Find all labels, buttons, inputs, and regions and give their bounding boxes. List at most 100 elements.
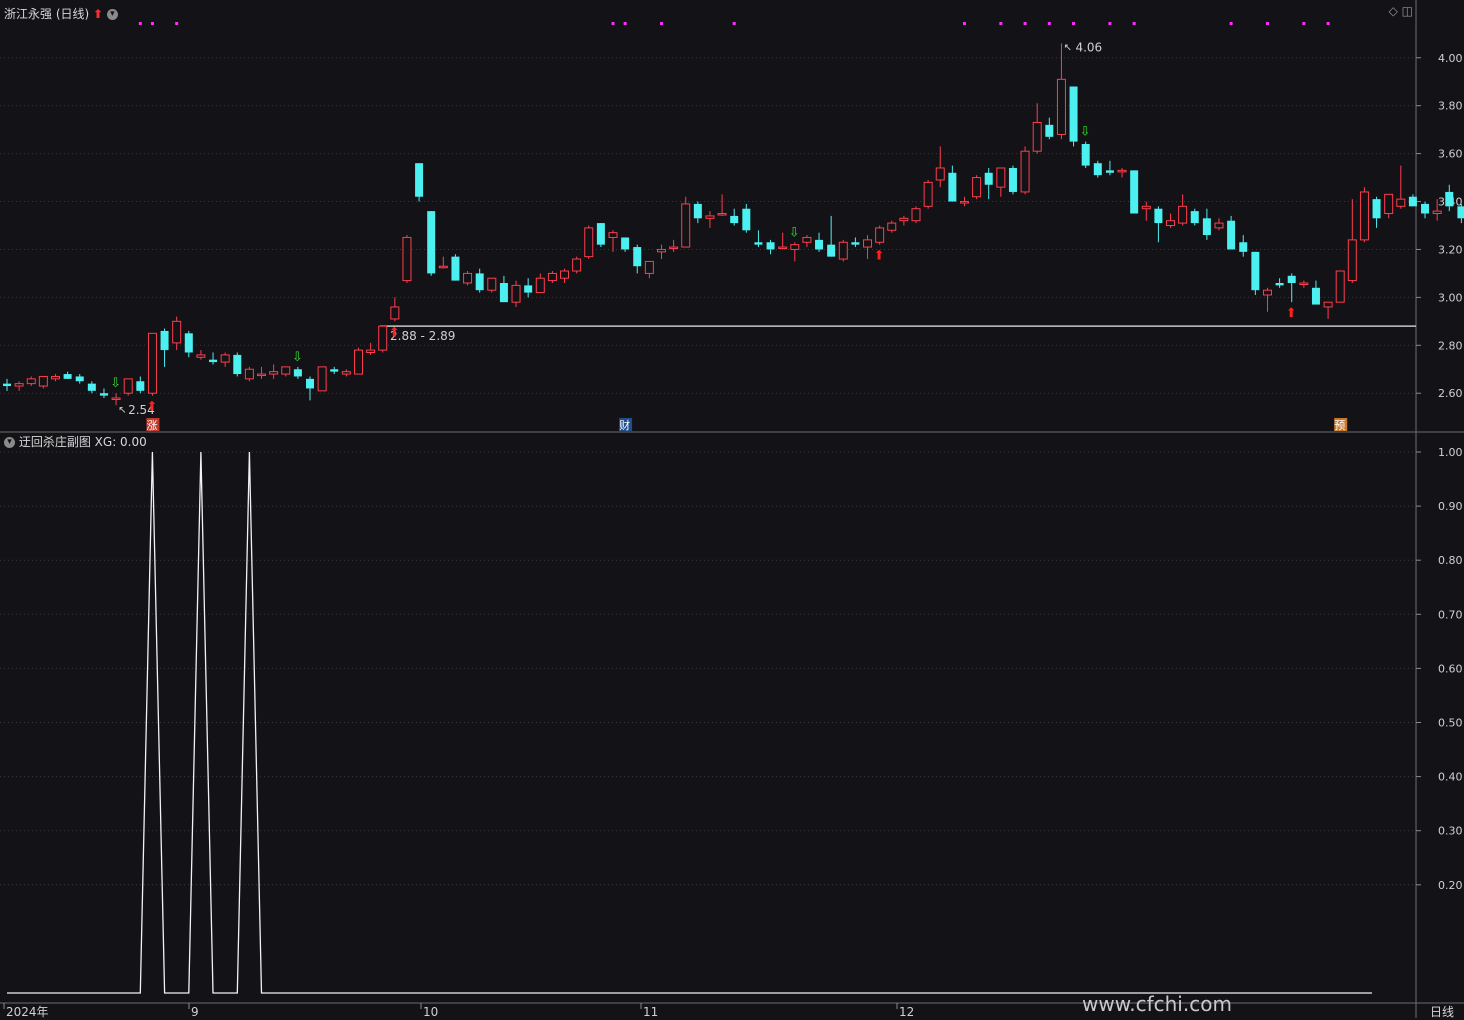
candle-body-up xyxy=(281,366,291,375)
candle-body-down xyxy=(1105,170,1114,173)
candle-body-down xyxy=(1239,242,1248,252)
y-tick-label: 0.40 xyxy=(1438,771,1463,784)
candle-body-up xyxy=(778,246,788,250)
candle-body-down xyxy=(1008,167,1017,192)
candle-body-down xyxy=(184,333,193,353)
candle-body-up xyxy=(681,203,691,248)
candle-body-down xyxy=(1275,283,1284,286)
event-badge-text: 财 xyxy=(619,418,630,432)
candle-body-up xyxy=(959,201,969,204)
candle-body-up xyxy=(923,181,933,207)
candle-body-down xyxy=(693,203,702,219)
top-marker xyxy=(611,22,615,25)
y-tick-label: 3.00 xyxy=(1438,291,1463,304)
y-tick-label: 0.80 xyxy=(1438,554,1463,567)
candle-body-up xyxy=(608,232,618,238)
period-label[interactable]: 日线 xyxy=(1430,1003,1454,1020)
candle-body-down xyxy=(1093,163,1102,176)
down-arrow-signal-icon: ⇩ xyxy=(292,350,303,365)
candle-body-down xyxy=(1408,196,1417,207)
candle-body-up xyxy=(547,272,557,282)
top-marker xyxy=(175,22,179,25)
stock-title[interactable]: 浙江永强 (日线) xyxy=(4,7,89,21)
x-tick-label: 12 xyxy=(899,1005,914,1018)
diamond-icon[interactable]: ◇ xyxy=(1389,4,1398,18)
stock-chart[interactable]: 4.003.803.603.403.203.002.802.602.88 - 2… xyxy=(0,0,1464,1018)
candle-body-down xyxy=(1372,199,1381,219)
sub-panel-title[interactable]: 迂回杀庄副图 xyxy=(19,435,91,449)
top-marker xyxy=(1229,22,1233,25)
top-marker xyxy=(1302,22,1306,25)
candle-body-up xyxy=(572,258,582,272)
candle-body-down xyxy=(63,374,72,379)
candle-body-up xyxy=(535,277,545,294)
candle-body-up xyxy=(1214,222,1224,229)
top-marker xyxy=(1132,22,1136,25)
down-arrow-signal-icon: ⇩ xyxy=(110,376,121,391)
candle-body-down xyxy=(1251,251,1260,291)
candle-body-up xyxy=(1178,205,1188,224)
y-tick-label: 0.70 xyxy=(1438,608,1463,621)
candle-body-up xyxy=(341,371,351,375)
candle-body-down xyxy=(1457,206,1464,219)
candle-body-down xyxy=(1311,287,1320,305)
candle-body-down xyxy=(233,354,242,375)
y-tick-label: 0.60 xyxy=(1438,662,1463,675)
event-badge-text: 预 xyxy=(1334,419,1345,432)
candle-body-down xyxy=(475,273,484,291)
candle-body-down xyxy=(1421,203,1430,214)
y-tick-label: 2.60 xyxy=(1438,387,1463,400)
layout-icon[interactable]: ◫ xyxy=(1402,4,1413,18)
candle-body-up xyxy=(1262,289,1272,296)
candle-body-down xyxy=(1081,144,1090,166)
candle-body-up xyxy=(378,325,388,351)
top-marker xyxy=(1072,22,1076,25)
chevron-down-icon[interactable]: ▾ xyxy=(4,437,15,448)
up-arrow-icon: ⬆ xyxy=(93,7,104,21)
candle-body-up xyxy=(802,236,812,243)
candle-body-up xyxy=(1056,78,1066,135)
candle-body-up xyxy=(511,284,521,303)
candle-body-up xyxy=(244,368,254,380)
candle-body-up xyxy=(717,213,727,216)
candle-body-down xyxy=(427,211,436,274)
top-marker xyxy=(1326,22,1330,25)
candle-body-down xyxy=(1190,211,1199,224)
up-arrow-signal-icon: ⬆ xyxy=(146,400,157,415)
candle-body-up xyxy=(1117,169,1127,173)
candle-body-up xyxy=(1166,220,1176,226)
candle-body-down xyxy=(209,359,218,363)
candle-body-down xyxy=(1202,218,1211,236)
candle-body-down xyxy=(499,283,508,303)
y-tick-label: 3.20 xyxy=(1438,243,1463,256)
candle-body-down xyxy=(1227,220,1236,250)
candle-body-up xyxy=(269,371,279,375)
panel-tools: ◇ ◫ xyxy=(1389,4,1413,18)
candle-body-up xyxy=(353,349,363,375)
candle-body-down xyxy=(99,393,108,396)
candle-body-down xyxy=(1130,170,1139,214)
y-tick-label: 3.80 xyxy=(1438,100,1463,113)
candle-body-up xyxy=(705,215,715,219)
candle-body-down xyxy=(1069,86,1078,142)
candle-body-down xyxy=(1287,275,1296,283)
candle-body-down xyxy=(948,172,957,202)
candle-body-up xyxy=(14,383,24,387)
top-marker xyxy=(732,22,736,25)
high-label: 4.06 xyxy=(1075,40,1102,54)
candle-body-down xyxy=(75,376,84,382)
candle-body-up xyxy=(1347,239,1357,282)
candle-body-up xyxy=(196,354,206,358)
candle-body-up xyxy=(838,241,848,260)
chevron-down-icon[interactable]: ▾ xyxy=(106,9,118,20)
candle-body-up xyxy=(1396,198,1406,207)
candle-body-down xyxy=(851,242,860,245)
candle-body-up xyxy=(669,246,679,250)
candle-body-down xyxy=(293,369,302,377)
candle-body-up xyxy=(875,227,885,243)
x-tick-label: 9 xyxy=(191,1005,199,1018)
candle-body-up xyxy=(584,227,594,258)
y-tick-label: 1.00 xyxy=(1438,446,1463,459)
y-tick-label: 4.00 xyxy=(1438,52,1463,65)
candle-body-up xyxy=(1432,210,1442,215)
